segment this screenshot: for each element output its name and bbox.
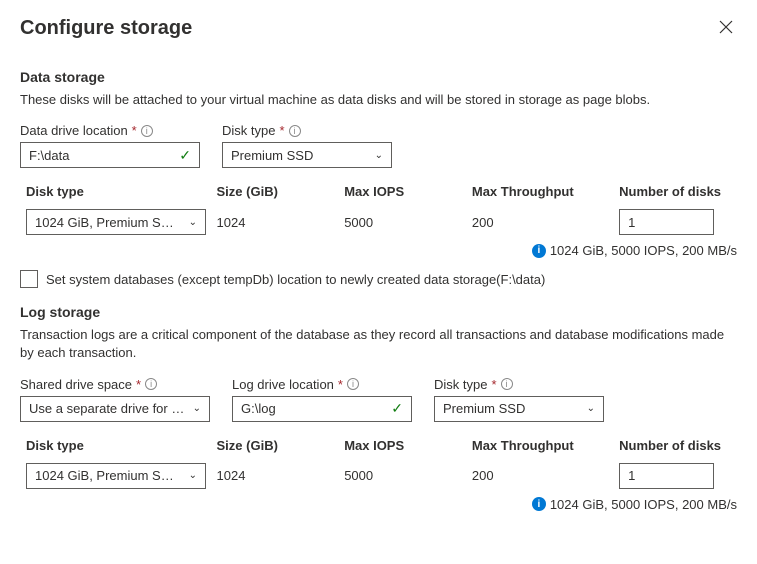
num-disks-input[interactable]: 1 bbox=[619, 463, 714, 489]
log-drive-location-label: Log drive location * i bbox=[232, 377, 412, 392]
close-icon bbox=[719, 20, 733, 34]
label-text: Disk type bbox=[434, 377, 487, 392]
label-text: Shared drive space bbox=[20, 377, 132, 392]
log-disk-table: Disk type Size (GiB) Max IOPS Max Throug… bbox=[20, 432, 737, 493]
row-disktype-select[interactable]: 1024 GiB, Premium SSD… ⌄ bbox=[26, 463, 206, 489]
info-icon[interactable]: i bbox=[145, 378, 157, 390]
panel-title: Configure storage bbox=[20, 17, 192, 40]
log-storage-heading: Log storage bbox=[20, 304, 737, 320]
data-disk-table: Disk type Size (GiB) Max IOPS Max Throug… bbox=[20, 178, 737, 239]
select-value: Premium SSD bbox=[231, 148, 313, 163]
col-header-size: Size (GiB) bbox=[217, 184, 345, 199]
info-icon[interactable]: i bbox=[141, 125, 153, 137]
required-star: * bbox=[279, 123, 284, 138]
cell-size: 1024 bbox=[217, 215, 345, 230]
input-value: 1 bbox=[628, 468, 635, 483]
required-star: * bbox=[136, 377, 141, 392]
log-disk-type-select[interactable]: Premium SSD ⌄ bbox=[434, 396, 604, 422]
info-icon: i bbox=[532, 497, 546, 511]
select-value: 1024 GiB, Premium SSD… bbox=[35, 215, 180, 230]
required-star: * bbox=[338, 377, 343, 392]
data-drive-location-input[interactable]: F:\data ✓ bbox=[20, 142, 200, 168]
chevron-down-icon: ⌄ bbox=[189, 470, 197, 481]
chevron-down-icon: ⌄ bbox=[189, 217, 197, 228]
col-header-iops: Max IOPS bbox=[344, 184, 472, 199]
col-header-disktype: Disk type bbox=[20, 438, 217, 453]
cell-iops: 5000 bbox=[344, 215, 472, 230]
col-header-disktype: Disk type bbox=[20, 184, 217, 199]
data-drive-location-label: Data drive location * i bbox=[20, 123, 200, 138]
chevron-down-icon: ⌄ bbox=[587, 403, 595, 414]
col-header-num: Number of disks bbox=[619, 438, 737, 453]
select-value: Premium SSD bbox=[443, 401, 525, 416]
col-header-num: Number of disks bbox=[619, 184, 737, 199]
close-button[interactable] bbox=[715, 16, 737, 41]
row-disktype-select[interactable]: 1024 GiB, Premium SSD… ⌄ bbox=[26, 209, 206, 235]
cell-iops: 5000 bbox=[344, 468, 472, 483]
info-icon[interactable]: i bbox=[347, 378, 359, 390]
col-header-size: Size (GiB) bbox=[217, 438, 345, 453]
cell-thru: 200 bbox=[472, 215, 619, 230]
shared-drive-select[interactable]: Use a separate drive for lo… ⌄ bbox=[20, 396, 210, 422]
shared-drive-label: Shared drive space * i bbox=[20, 377, 210, 392]
col-header-thru: Max Throughput bbox=[472, 438, 619, 453]
info-icon[interactable]: i bbox=[501, 378, 513, 390]
table-row: 1024 GiB, Premium SSD… ⌄ 1024 5000 200 1 bbox=[20, 205, 737, 239]
check-icon: ✓ bbox=[179, 147, 191, 164]
set-system-db-checkbox[interactable] bbox=[20, 270, 38, 288]
cell-thru: 200 bbox=[472, 468, 619, 483]
log-drive-location-input[interactable]: G:\log ✓ bbox=[232, 396, 412, 422]
required-star: * bbox=[491, 377, 496, 392]
input-value: 1 bbox=[628, 215, 635, 230]
num-disks-input[interactable]: 1 bbox=[619, 209, 714, 235]
table-row: 1024 GiB, Premium SSD… ⌄ 1024 5000 200 1 bbox=[20, 459, 737, 493]
set-system-db-label: Set system databases (except tempDb) loc… bbox=[46, 272, 545, 287]
log-disk-type-label: Disk type * i bbox=[434, 377, 604, 392]
cell-size: 1024 bbox=[217, 468, 345, 483]
col-header-thru: Max Throughput bbox=[472, 184, 619, 199]
info-icon[interactable]: i bbox=[289, 125, 301, 137]
chevron-down-icon: ⌄ bbox=[375, 150, 383, 161]
check-icon: ✓ bbox=[391, 400, 403, 417]
data-disk-type-label: Disk type * i bbox=[222, 123, 392, 138]
label-text: Disk type bbox=[222, 123, 275, 138]
info-icon: i bbox=[532, 244, 546, 258]
data-storage-desc: These disks will be attached to your vir… bbox=[20, 91, 737, 109]
chevron-down-icon: ⌄ bbox=[193, 403, 201, 414]
label-text: Data drive location bbox=[20, 123, 128, 138]
input-value: F:\data bbox=[29, 148, 69, 163]
label-text: Log drive location bbox=[232, 377, 334, 392]
data-storage-hint: 1024 GiB, 5000 IOPS, 200 MB/s bbox=[550, 243, 737, 258]
col-header-iops: Max IOPS bbox=[344, 438, 472, 453]
data-storage-heading: Data storage bbox=[20, 69, 737, 85]
select-value: 1024 GiB, Premium SSD… bbox=[35, 468, 180, 483]
input-value: G:\log bbox=[241, 401, 276, 416]
required-star: * bbox=[132, 123, 137, 138]
data-disk-type-select[interactable]: Premium SSD ⌄ bbox=[222, 142, 392, 168]
select-value: Use a separate drive for lo… bbox=[29, 401, 187, 416]
log-storage-desc: Transaction logs are a critical componen… bbox=[20, 326, 737, 362]
log-storage-hint: 1024 GiB, 5000 IOPS, 200 MB/s bbox=[550, 497, 737, 512]
